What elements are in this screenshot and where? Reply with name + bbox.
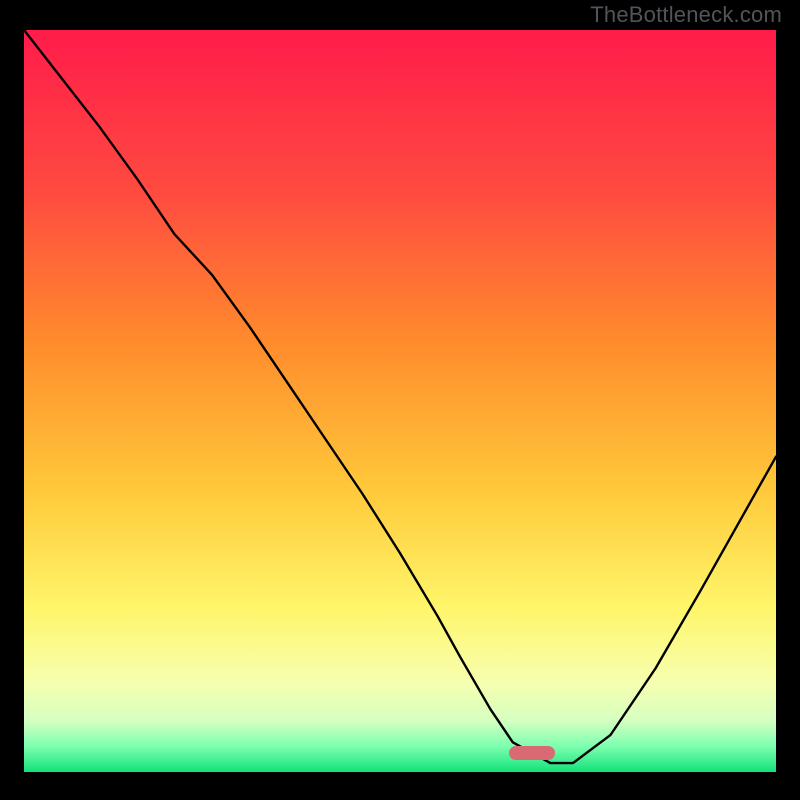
optimum-marker bbox=[509, 746, 555, 760]
watermark-text: TheBottleneck.com bbox=[590, 2, 782, 28]
bottleneck-curve bbox=[24, 30, 776, 772]
plot-area bbox=[24, 30, 776, 772]
chart-frame: TheBottleneck.com bbox=[0, 0, 800, 800]
